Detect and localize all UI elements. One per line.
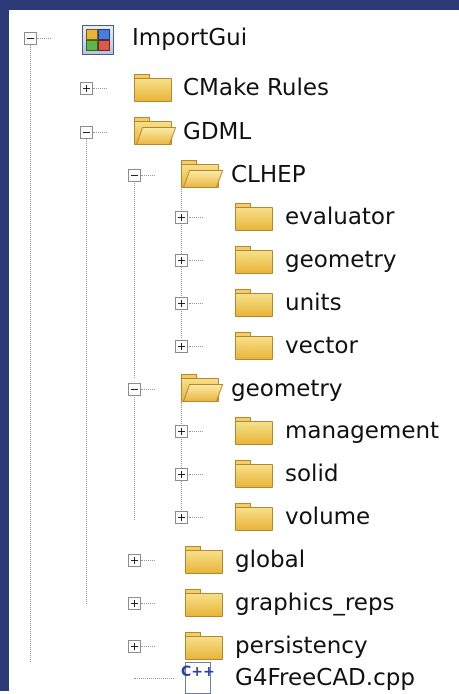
folder-closed-icon [235, 202, 273, 231]
folder-closed-icon [235, 288, 273, 317]
expand-toggle-graphics-reps[interactable] [128, 597, 141, 610]
tree-connector [189, 346, 203, 347]
collapse-toggle-geometry[interactable] [128, 383, 141, 396]
tree-guide-line [134, 178, 135, 378]
tree-guide-line [134, 390, 135, 520]
tree-item-cmake-rules[interactable]: CMake Rules [183, 74, 329, 102]
expand-toggle-evaluator[interactable] [175, 211, 188, 224]
tree-item-persistency[interactable]: persistency [235, 632, 368, 660]
expand-toggle-geometry-clhep[interactable] [175, 254, 188, 267]
folder-closed-icon [185, 631, 223, 660]
tree-connector [37, 38, 51, 39]
expand-toggle-vector[interactable] [175, 340, 188, 353]
expand-toggle-volume[interactable] [175, 511, 188, 524]
expand-toggle-solid[interactable] [175, 468, 188, 481]
expand-toggle-units[interactable] [175, 297, 188, 310]
tree-connector [189, 517, 203, 518]
tree-connector [189, 474, 203, 475]
project-icon [79, 21, 117, 55]
tree-item-importgui[interactable]: ImportGui [132, 24, 247, 52]
tree-item-global[interactable]: global [235, 546, 305, 574]
tree-item-geometry[interactable]: geometry [231, 375, 342, 403]
window-top-border [0, 0, 459, 10]
tree-connector [189, 431, 203, 432]
solution-tree[interactable]: ImportGui CMake Rules GDML CLHEP evaluat… [9, 10, 459, 694]
tree-item-vector[interactable]: vector [285, 332, 358, 360]
folder-open-icon [181, 373, 224, 402]
tree-connector [141, 646, 155, 647]
tree-connector [141, 175, 155, 176]
tree-item-clhep[interactable]: CLHEP [231, 161, 306, 189]
collapse-toggle-importgui[interactable] [24, 32, 37, 45]
tree-guide-line [86, 134, 87, 604]
folder-open-icon [134, 116, 177, 145]
tree-item-g4freecad-cpp[interactable]: G4FreeCAD.cpp [235, 664, 415, 692]
tree-connector [134, 678, 174, 679]
expand-toggle-persistency[interactable] [128, 640, 141, 653]
tree-item-volume[interactable]: volume [285, 503, 370, 531]
expand-toggle-management[interactable] [175, 425, 188, 438]
tree-guide-line [30, 38, 31, 662]
tree-item-solid[interactable]: solid [285, 460, 338, 488]
folder-closed-icon [235, 502, 273, 531]
folder-open-icon [181, 159, 224, 188]
tree-guide-line [181, 402, 182, 518]
folder-closed-icon [185, 588, 223, 617]
tree-connector [93, 88, 107, 89]
cpp-file-icon: C++ [181, 662, 217, 694]
collapse-toggle-clhep[interactable] [128, 169, 141, 182]
tree-connector [189, 303, 203, 304]
tree-item-geometry-clhep[interactable]: geometry [285, 246, 396, 274]
tree-item-units[interactable]: units [285, 289, 342, 317]
tree-connector [93, 132, 107, 133]
tree-item-evaluator[interactable]: evaluator [285, 203, 394, 231]
folder-closed-icon [134, 73, 172, 102]
folder-closed-icon [185, 545, 223, 574]
folder-closed-icon [235, 416, 273, 445]
window-left-border [0, 0, 9, 691]
collapse-toggle-gdml[interactable] [80, 126, 93, 139]
tree-item-gdml[interactable]: GDML [183, 118, 251, 146]
folder-closed-icon [235, 245, 273, 274]
folder-closed-icon [235, 331, 273, 360]
tree-item-graphics-reps[interactable]: graphics_reps [235, 589, 395, 617]
tree-connector [141, 389, 155, 390]
expand-toggle-cmake-rules[interactable] [80, 82, 93, 95]
tree-connector [141, 603, 155, 604]
tree-connector [189, 260, 203, 261]
tree-connector [189, 217, 203, 218]
expand-toggle-global[interactable] [128, 554, 141, 567]
tree-connector [141, 560, 155, 561]
tree-item-management[interactable]: management [285, 417, 439, 445]
folder-closed-icon [235, 459, 273, 488]
